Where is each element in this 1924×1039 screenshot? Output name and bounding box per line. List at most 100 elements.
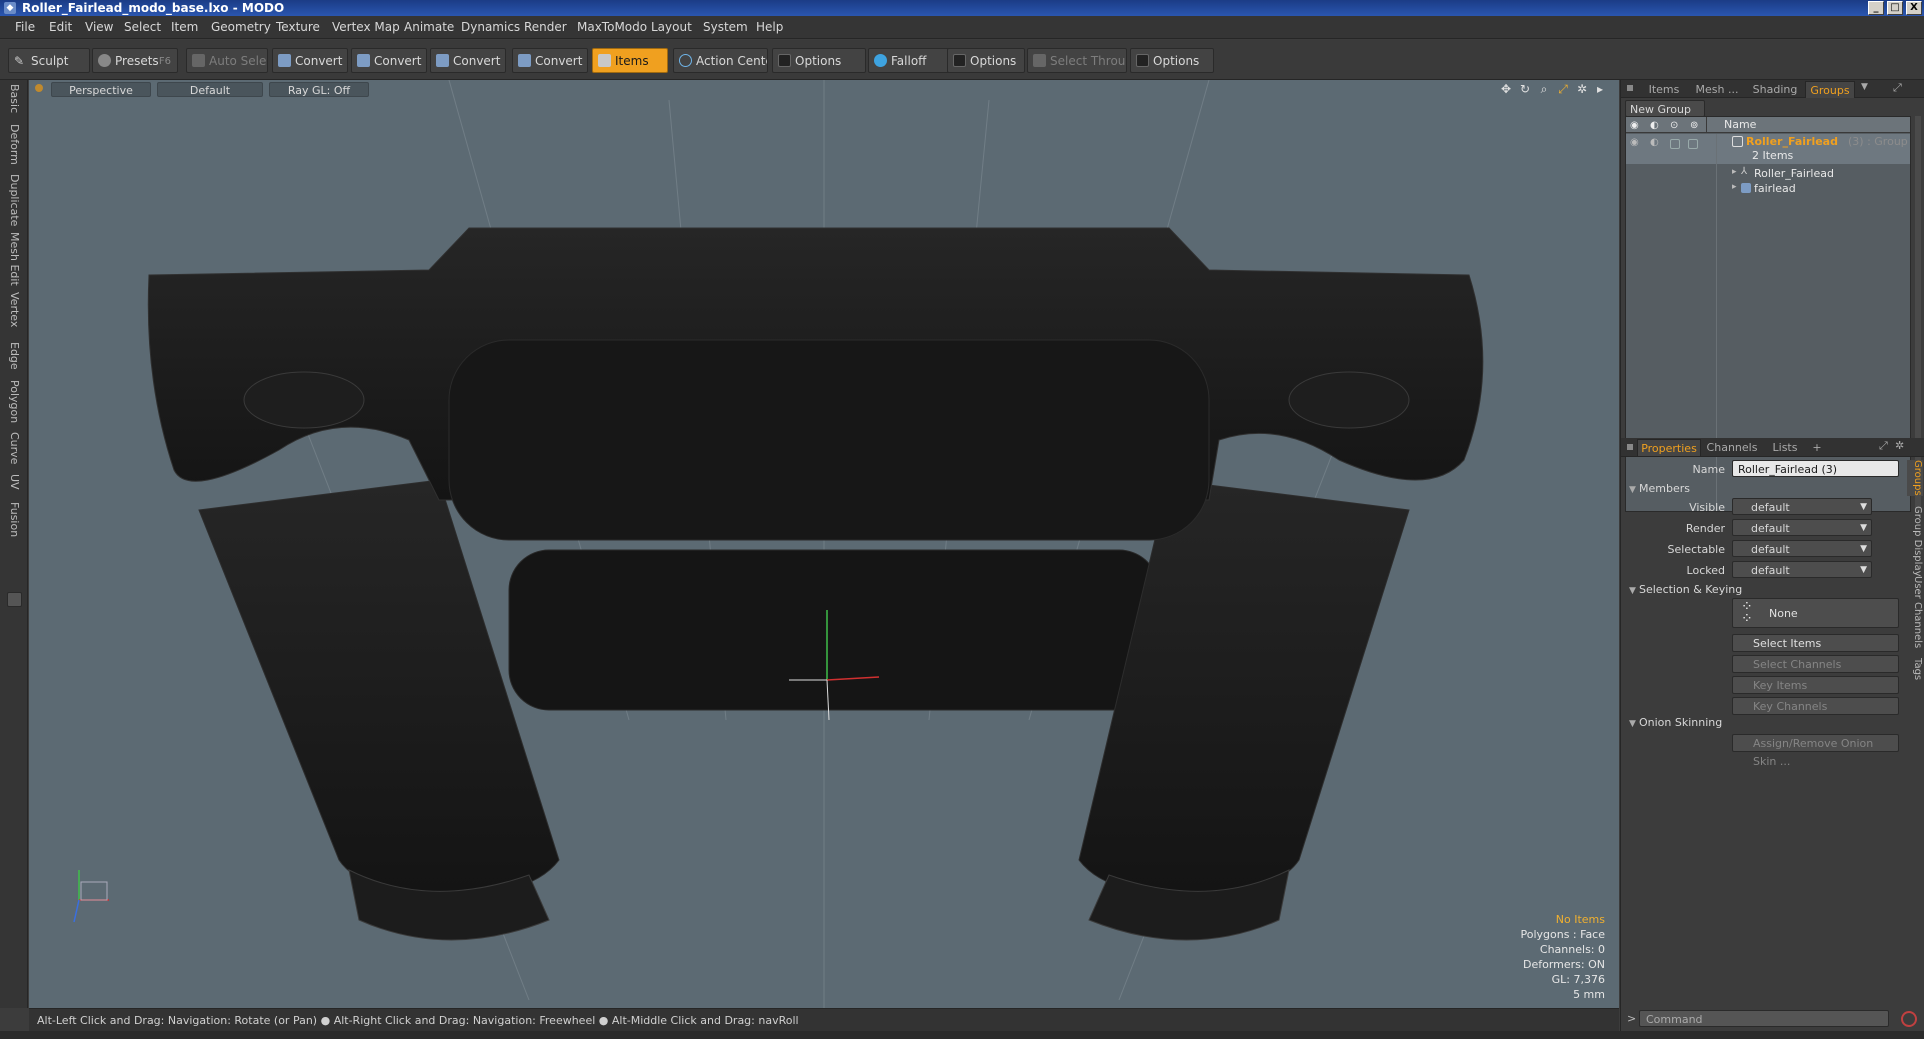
raygl-toggle[interactable]: Ray GL: Off bbox=[269, 82, 369, 97]
view-type-dropdown[interactable]: Perspective bbox=[51, 82, 151, 97]
panel-settings-gear-icon[interactable]: ✲ bbox=[1895, 439, 1904, 452]
lock-toggle-icon[interactable] bbox=[1670, 139, 1680, 149]
tab-basic[interactable]: Basic bbox=[4, 84, 24, 113]
none-button[interactable]: ⁘ ⁘ None bbox=[1732, 598, 1899, 628]
render-dropdown[interactable]: default ▼ bbox=[1732, 519, 1872, 536]
menu-item[interactable]: Item bbox=[171, 16, 198, 39]
tab-lists[interactable]: Lists bbox=[1763, 439, 1807, 456]
visible-dropdown[interactable]: default ▼ bbox=[1732, 498, 1872, 515]
record-macro-icon[interactable] bbox=[1901, 1011, 1917, 1027]
lock-icon[interactable]: ⊙ bbox=[1670, 118, 1678, 134]
side-tab-groups[interactable]: Groups bbox=[1907, 460, 1923, 496]
tab-curve[interactable]: Curve bbox=[4, 432, 24, 464]
tab-vertex[interactable]: Vertex bbox=[4, 292, 24, 327]
menu-system[interactable]: System bbox=[703, 16, 748, 39]
group-child-row[interactable]: ▸ fairlead bbox=[1626, 181, 1910, 196]
viewport-menu-dot-icon[interactable] bbox=[35, 84, 43, 92]
visibility-eye-icon[interactable]: ◉ bbox=[1630, 137, 1639, 148]
fit-icon[interactable]: ⤢ bbox=[1556, 82, 1570, 96]
menu-layout[interactable]: Layout bbox=[651, 16, 692, 39]
locked-dropdown[interactable]: default ▼ bbox=[1732, 561, 1872, 578]
expand-arrow-icon[interactable]: ▸ bbox=[1732, 167, 1737, 177]
group-name-field[interactable]: Roller_Fairlead (3) bbox=[1732, 460, 1899, 477]
presets-button[interactable]: Presets F6 bbox=[92, 48, 178, 73]
add-tab-button[interactable]: + bbox=[1809, 439, 1825, 456]
key-channels-button[interactable]: Key Channels bbox=[1732, 697, 1899, 715]
side-tab-tags[interactable]: Tags bbox=[1907, 658, 1923, 680]
tab-uv[interactable]: UV bbox=[4, 474, 24, 490]
group-child-row[interactable]: ▸ ⅄ Roller_Fairlead bbox=[1626, 166, 1910, 181]
tab-properties[interactable]: Properties bbox=[1637, 439, 1701, 456]
new-group-button[interactable]: New Group bbox=[1625, 100, 1705, 117]
menu-vertex-map[interactable]: Vertex Map bbox=[332, 16, 400, 39]
render-icon[interactable]: ◐ bbox=[1650, 137, 1659, 148]
falloff-options-button[interactable]: Options bbox=[947, 48, 1025, 73]
tab-duplicate[interactable]: Duplicate bbox=[4, 174, 24, 226]
tab-shading[interactable]: Shading bbox=[1747, 81, 1803, 98]
tab-items[interactable]: Items bbox=[1641, 81, 1687, 98]
tab-groups[interactable]: Groups bbox=[1805, 81, 1855, 98]
menu-dynamics[interactable]: Dynamics bbox=[461, 16, 520, 39]
convert-material-button[interactable]: Convert bbox=[512, 48, 588, 73]
name-column-header[interactable]: Name bbox=[1724, 117, 1756, 133]
close-button[interactable]: X bbox=[1906, 1, 1922, 15]
convert-edge-button[interactable]: Convert bbox=[351, 48, 427, 73]
tab-edge[interactable]: Edge bbox=[4, 342, 24, 370]
menu-maxtomodo[interactable]: MaxToModo bbox=[577, 16, 647, 39]
group-row-roller-fairlead[interactable]: ◉ ◐ Roller_Fairlead (3) : Group 2 Items bbox=[1626, 134, 1910, 164]
visibility-eye-icon[interactable]: ◉ bbox=[1630, 118, 1639, 134]
side-tab-group-display[interactable]: Group Display bbox=[1907, 506, 1923, 576]
assign-onion-skin-button[interactable]: Assign/Remove Onion Skin ... bbox=[1732, 734, 1899, 768]
menu-view[interactable]: View bbox=[85, 16, 113, 39]
minimize-button[interactable]: _ bbox=[1868, 1, 1884, 15]
palette-toggle-button[interactable] bbox=[7, 592, 22, 607]
rotate-icon[interactable]: ↻ bbox=[1518, 82, 1532, 96]
auto-select-button[interactable]: Auto Select bbox=[186, 48, 268, 73]
members-section-header[interactable]: ▼ Members bbox=[1629, 482, 1690, 495]
menu-edit[interactable]: Edit bbox=[49, 16, 72, 39]
maximize-button[interactable]: □ bbox=[1887, 1, 1903, 15]
shading-style-dropdown[interactable]: Default bbox=[157, 82, 263, 97]
tab-fusion[interactable]: Fusion bbox=[4, 502, 24, 537]
viewport-more-arrow-icon[interactable]: ▸ bbox=[1593, 82, 1607, 96]
select-channels-button[interactable]: Select Channels bbox=[1732, 655, 1899, 673]
convert-polygon-button[interactable]: Convert bbox=[430, 48, 506, 73]
select-items-button[interactable]: Select Items bbox=[1732, 634, 1899, 652]
zoom-icon[interactable]: ⌕ bbox=[1537, 82, 1551, 96]
menu-geometry[interactable]: Geometry bbox=[211, 16, 271, 39]
falloff-button[interactable]: Falloff bbox=[868, 48, 952, 73]
menu-select[interactable]: Select bbox=[124, 16, 161, 39]
key-items-button[interactable]: Key Items bbox=[1732, 676, 1899, 694]
command-input[interactable]: Command bbox=[1639, 1010, 1889, 1027]
select-through-button[interactable]: Select Through bbox=[1027, 48, 1127, 73]
panel-menu-icon[interactable] bbox=[1627, 85, 1633, 91]
action-center-button[interactable]: Action Center bbox=[673, 48, 768, 73]
render-icon[interactable]: ◐ bbox=[1650, 118, 1659, 134]
menu-file[interactable]: File bbox=[15, 16, 35, 39]
items-mode-button[interactable]: Items bbox=[592, 48, 668, 73]
pan-icon[interactable]: ✥ bbox=[1499, 82, 1513, 96]
tab-polygon[interactable]: Polygon bbox=[4, 380, 24, 423]
select-through-options-button[interactable]: Options bbox=[1130, 48, 1214, 73]
maximize-panel-icon[interactable]: ⤢ bbox=[1879, 439, 1888, 453]
menu-render[interactable]: Render bbox=[524, 16, 567, 39]
3d-viewport[interactable]: Perspective Default Ray GL: Off ✥ ↻ ⌕ ⤢ … bbox=[29, 80, 1619, 1008]
viewport-settings-gear-icon[interactable]: ✲ bbox=[1575, 82, 1589, 96]
menu-animate[interactable]: Animate bbox=[404, 16, 454, 39]
tab-mesh-edit[interactable]: Mesh Edit bbox=[4, 232, 24, 286]
sculpt-button[interactable]: ✎ Sculpt bbox=[8, 48, 90, 73]
tab-mesh[interactable]: Mesh ... bbox=[1689, 81, 1745, 98]
menu-texture[interactable]: Texture bbox=[276, 16, 320, 39]
convert-vertex-button[interactable]: Convert bbox=[272, 48, 348, 73]
action-center-options-button[interactable]: Options bbox=[772, 48, 866, 73]
tabs-dropdown-arrow-icon[interactable]: ▼ bbox=[1861, 82, 1868, 92]
select-icon[interactable]: ⊚ bbox=[1690, 118, 1698, 134]
onion-skinning-section-header[interactable]: ▼ Onion Skinning bbox=[1629, 716, 1722, 729]
selection-keying-section-header[interactable]: ▼ Selection & Keying bbox=[1629, 583, 1742, 596]
select-toggle-icon[interactable] bbox=[1688, 139, 1698, 149]
maximize-panel-icon[interactable]: ⤢ bbox=[1893, 81, 1902, 95]
menu-help[interactable]: Help bbox=[756, 16, 783, 39]
tab-deform[interactable]: Deform bbox=[4, 124, 24, 165]
panel-menu-icon[interactable] bbox=[1627, 444, 1633, 450]
tab-channels[interactable]: Channels bbox=[1703, 439, 1761, 456]
